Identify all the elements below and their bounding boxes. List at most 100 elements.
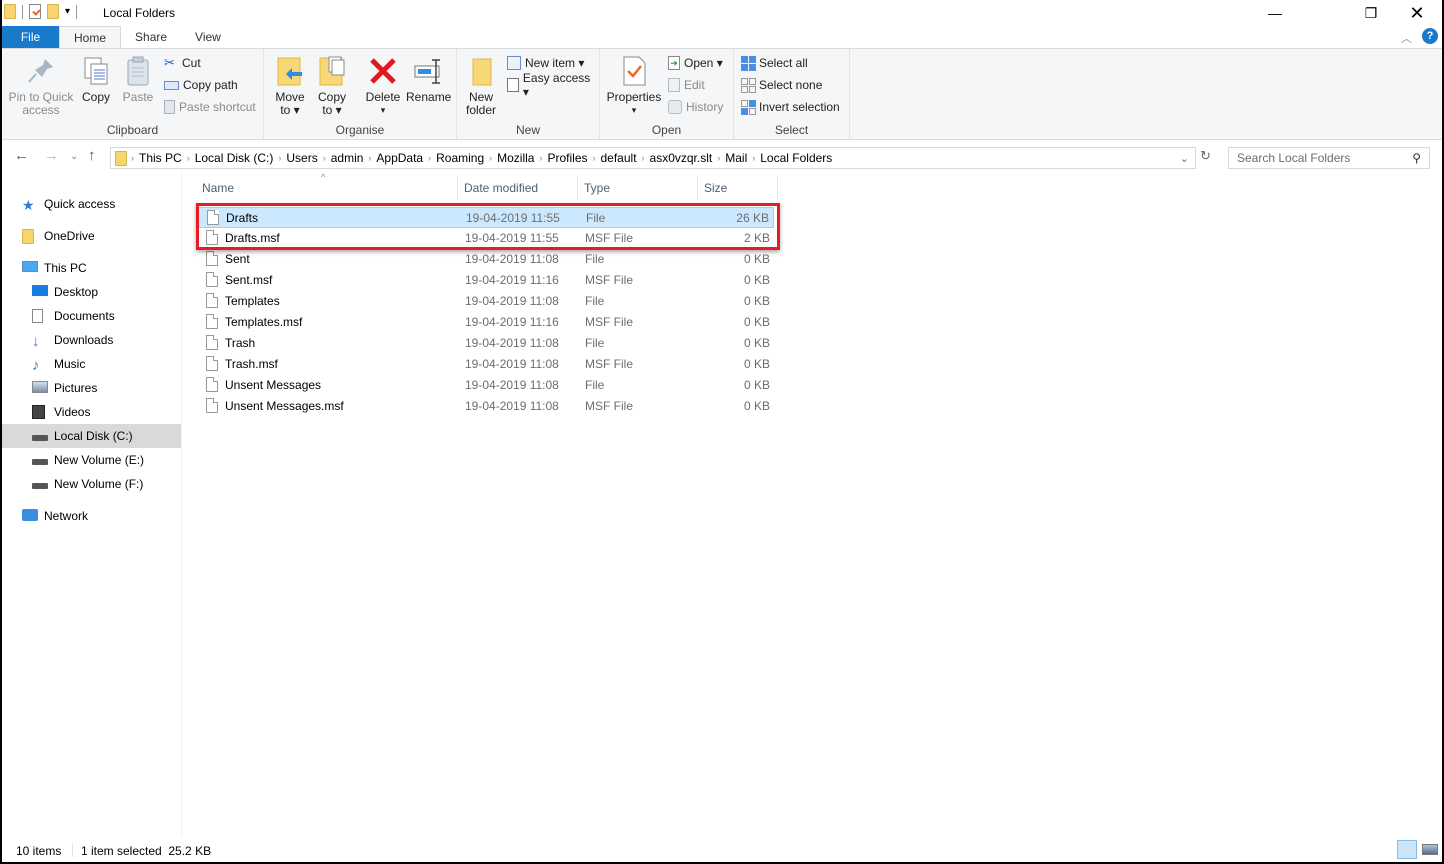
status-bar: 10 items 1 item selected 25.2 KB — [2, 838, 1442, 862]
breadcrumb-item[interactable]: AppData — [371, 151, 428, 165]
paste-shortcut-button[interactable]: Paste shortcut — [164, 97, 256, 117]
sidebar-item[interactable]: Network — [2, 504, 181, 528]
address-dropdown-icon[interactable]: ⌄ — [1180, 152, 1195, 165]
large-icons-view-button[interactable] — [1422, 844, 1438, 855]
close-button[interactable]: ✕ — [1394, 0, 1440, 26]
easy-access-button[interactable]: Easy access ▾ — [507, 71, 599, 99]
customize-toolbar-icon[interactable]: ▾ — [65, 6, 70, 17]
sidebar-item-label: OneDrive — [44, 229, 95, 243]
label: ▾ — [380, 105, 386, 115]
sidebar-item[interactable]: New Volume (F:) — [2, 472, 181, 496]
tab-home[interactable]: Home — [59, 26, 122, 48]
file-row[interactable]: Sent 19-04-2019 11:08 File 0 KB — [198, 249, 774, 270]
column-header-size[interactable]: Size — [698, 176, 778, 200]
sidebar-item[interactable]: Local Disk (C:) — [2, 424, 181, 448]
select-group: Select all Select none Invert selection … — [734, 49, 850, 139]
file-row[interactable]: Sent.msf 19-04-2019 11:16 MSF File 0 KB — [198, 270, 774, 291]
new-folder-icon[interactable] — [47, 4, 59, 19]
edit-button[interactable]: Edit — [668, 75, 705, 95]
file-size: 0 KB — [743, 294, 770, 308]
rename-button[interactable]: Rename — [406, 55, 451, 104]
star-icon: ★ — [22, 197, 35, 213]
documents-icon — [32, 309, 48, 323]
up-button[interactable]: ↑ — [88, 147, 96, 164]
file-name: Sent — [225, 252, 250, 266]
new-item-icon — [507, 56, 521, 70]
file-type: MSF File — [585, 273, 633, 287]
breadcrumb-item[interactable]: admin — [326, 151, 369, 165]
breadcrumb-item[interactable]: Local Disk (C:) — [190, 151, 279, 165]
breadcrumb-item[interactable]: Profiles — [542, 151, 592, 165]
label: Copy — [81, 90, 110, 104]
sidebar-item[interactable]: ↓ Downloads — [2, 328, 181, 352]
group-label: Organise — [335, 123, 385, 137]
navigation-pane: ★ Quick access OneDrive This PC Desktop Docum… — [2, 172, 182, 836]
cut-button[interactable]: ✂ Cut — [164, 53, 201, 73]
file-row[interactable]: Trash.msf 19-04-2019 11:08 MSF File 0 KB — [198, 354, 774, 375]
sidebar-item[interactable]: Desktop — [2, 280, 181, 304]
breadcrumb-item[interactable]: Mozilla — [492, 151, 539, 165]
label: New item ▾ — [525, 56, 585, 70]
minimize-button[interactable]: — — [1252, 0, 1298, 26]
breadcrumb-item[interactable]: Roaming — [431, 151, 489, 165]
breadcrumb-item[interactable]: This PC — [134, 151, 187, 165]
file-row[interactable]: Templates 19-04-2019 11:08 File 0 KB — [198, 291, 774, 312]
select-all-button[interactable]: Select all — [741, 53, 808, 73]
help-icon[interactable]: ? — [1422, 28, 1438, 44]
new-item-button[interactable]: New item ▾ — [507, 53, 584, 73]
forward-button[interactable]: → — [44, 147, 59, 164]
file-type: MSF File — [585, 399, 633, 413]
collapse-ribbon-icon[interactable]: ︿ — [1401, 30, 1412, 46]
file-name: Templates — [225, 294, 280, 308]
copy-path-button[interactable]: Copy path — [164, 75, 238, 95]
new-folder-button[interactable]: New folder — [461, 55, 501, 117]
column-header-date[interactable]: Date modified — [458, 176, 578, 200]
tab-file[interactable]: File — [2, 26, 59, 48]
back-button[interactable]: ← — [14, 147, 29, 164]
breadcrumb-item[interactable]: asx0vzqr.slt — [645, 151, 718, 165]
breadcrumb-item[interactable]: Mail — [720, 151, 752, 165]
pin-to-quick-access-button[interactable]: Pin to Quick access — [8, 55, 74, 117]
column-header-type[interactable]: Type — [578, 176, 698, 200]
sidebar-item-label: Network — [44, 509, 89, 523]
sidebar-item[interactable]: ★ Quick access — [2, 192, 181, 216]
properties-icon[interactable] — [29, 4, 41, 19]
sidebar-item[interactable]: ♪ Music — [2, 352, 181, 376]
copy-to-button[interactable]: Copy to ▾ — [314, 55, 350, 117]
tab-share[interactable]: Share — [121, 26, 181, 48]
file-row[interactable]: Templates.msf 19-04-2019 11:16 MSF File … — [198, 312, 774, 333]
breadcrumb-item[interactable]: Users — [281, 151, 322, 165]
column-header-name[interactable]: Name — [196, 176, 458, 200]
paste-button[interactable]: Paste — [120, 55, 156, 104]
file-row[interactable]: Unsent Messages.msf 19-04-2019 11:08 MSF… — [198, 396, 774, 417]
sidebar-item[interactable]: New Volume (E:) — [2, 448, 181, 472]
file-type: File — [585, 252, 605, 266]
sidebar-item[interactable]: Pictures — [2, 376, 181, 400]
breadcrumb-item[interactable]: default — [596, 151, 642, 165]
breadcrumb-item[interactable]: Local Folders — [755, 151, 837, 165]
address-bar[interactable]: › This PC › Local Disk (C:) › Users › admin › App… — [110, 147, 1196, 169]
file-row[interactable]: Trash 19-04-2019 11:08 File 0 KB — [198, 333, 774, 354]
folder-icon — [115, 150, 127, 166]
copy-button[interactable]: Copy — [78, 55, 114, 104]
file-row[interactable]: Unsent Messages 19-04-2019 11:08 File 0 … — [198, 375, 774, 396]
history-button[interactable]: History — [668, 97, 723, 117]
label: Paste shortcut — [179, 100, 256, 114]
sidebar-item[interactable]: Videos — [2, 400, 181, 424]
sidebar-item[interactable]: OneDrive — [2, 224, 181, 248]
file-type: File — [585, 378, 605, 392]
select-none-button[interactable]: Select none — [741, 75, 822, 95]
tab-view[interactable]: View — [181, 26, 235, 48]
sidebar-item[interactable]: This PC — [2, 256, 181, 280]
open-button[interactable]: ➜ Open ▾ — [668, 53, 723, 73]
move-to-button[interactable]: Move to ▾ — [272, 55, 308, 117]
search-input[interactable]: Search Local Folders ⚲ — [1228, 147, 1430, 169]
refresh-icon[interactable]: ↻ — [1200, 148, 1211, 164]
recent-locations-icon[interactable]: ⌄ — [70, 151, 78, 162]
invert-selection-button[interactable]: Invert selection — [741, 97, 840, 117]
sidebar-item[interactable]: Documents — [2, 304, 181, 328]
delete-button[interactable]: Delete ▾ — [362, 55, 404, 117]
details-view-button[interactable] — [1397, 840, 1417, 859]
maximize-button[interactable]: ❐ — [1348, 0, 1394, 26]
properties-button[interactable]: Properties ▾ — [606, 55, 662, 117]
